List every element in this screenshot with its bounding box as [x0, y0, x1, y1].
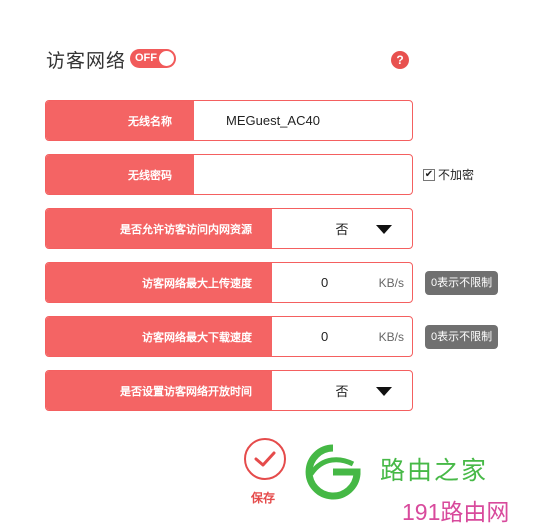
upload-speed-unit: KB/s [378, 276, 404, 290]
upload-speed-hint-badge: 0表示不限制 [425, 271, 499, 295]
open-time-select[interactable]: 否 [272, 371, 412, 410]
upload-speed-label: 访客网络最大上传速度 [46, 263, 272, 302]
watermark-logo-icon [305, 444, 361, 500]
password-row: 无线密码 [45, 154, 413, 195]
intranet-access-label: 是否允许访客访问内网资源 [46, 209, 272, 248]
upload-speed-value: 0 [321, 275, 329, 290]
password-label: 无线密码 [46, 155, 194, 194]
guest-network-toggle[interactable]: OFF [130, 49, 176, 68]
toggle-knob [159, 51, 174, 66]
download-speed-value: 0 [321, 329, 329, 344]
ssid-input[interactable]: MEGuest_AC40 [194, 101, 412, 140]
toggle-label: OFF [135, 52, 157, 64]
save-label: 保存 [251, 491, 276, 505]
caret-down-icon [376, 387, 392, 396]
watermark-text-primary: 路由之家 [380, 457, 489, 485]
download-speed-unit: KB/s [378, 330, 404, 344]
save-button[interactable] [244, 438, 286, 480]
ssid-row: 无线名称 MEGuest_AC40 [45, 100, 413, 141]
open-time-value: 否 [335, 384, 349, 399]
upload-speed-row: 访客网络最大上传速度 0 KB/s [45, 262, 413, 303]
intranet-access-select[interactable]: 否 [272, 209, 412, 248]
no-encryption-label: 不加密 [438, 168, 475, 182]
download-speed-row: 访客网络最大下载速度 0 KB/s [45, 316, 413, 357]
intranet-access-value: 否 [335, 222, 349, 237]
page-title: 访客网络 [46, 51, 127, 72]
download-speed-input[interactable]: 0 KB/s [272, 317, 412, 356]
upload-speed-input[interactable]: 0 KB/s [272, 263, 412, 302]
watermark-text-secondary: 191路由网 [402, 499, 510, 525]
help-icon[interactable]: ? [391, 51, 409, 69]
intranet-access-row: 是否允许访客访问内网资源 否 [45, 208, 413, 249]
checkmark-icon [254, 451, 276, 467]
no-encryption-checkbox[interactable]: ✔ [423, 168, 435, 181]
password-input[interactable] [194, 155, 412, 194]
caret-down-icon [376, 225, 392, 234]
download-speed-label: 访客网络最大下载速度 [46, 317, 272, 356]
ssid-label: 无线名称 [46, 101, 194, 140]
no-encryption-option[interactable]: ✔ 不加密 [423, 166, 474, 183]
open-time-label: 是否设置访客网络开放时间 [46, 371, 272, 410]
open-time-row: 是否设置访客网络开放时间 否 [45, 370, 413, 411]
download-speed-hint-badge: 0表示不限制 [425, 325, 499, 349]
